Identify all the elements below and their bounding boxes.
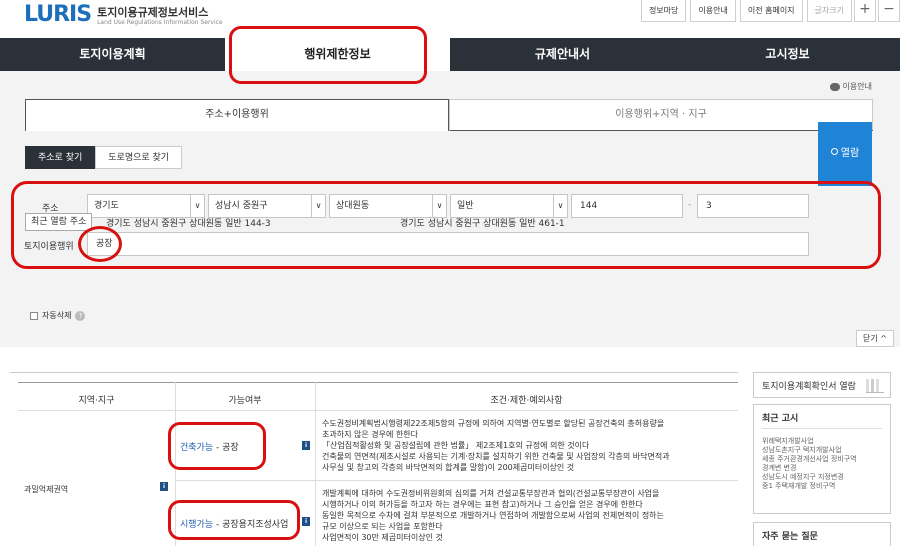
tab-address-activity[interactable]: 주소+이용행위 — [25, 99, 449, 131]
site-logo[interactable]: LURIS 토지이용규제정보서비스 Land Use Regulations I… — [24, 2, 223, 28]
land-type-select[interactable]: 일반 ∨ — [450, 194, 568, 218]
recent-address-button[interactable]: 최근 열람 주소 — [25, 213, 93, 231]
header-possibility: 가능여부 — [228, 396, 262, 406]
close-panel-button[interactable]: 닫기 ^ — [856, 330, 894, 347]
chevron-down-icon: ∨ — [553, 195, 567, 217]
info-icon[interactable]: i — [160, 482, 168, 491]
tab-find-by-road-name[interactable]: 도로명으로 찾기 — [95, 146, 183, 169]
tab-land-use-plan[interactable]: 토지이용계획 — [0, 38, 225, 71]
building-icon — [866, 379, 884, 393]
land-use-certificate-link[interactable]: 토지이용계획확인서 열람 — [753, 372, 891, 398]
top-utility-links: 정보마당 이용안내 이전 홈페이지 글자크기 + − — [637, 0, 900, 22]
auto-delete-option[interactable]: 자동삭제 ? — [30, 310, 86, 321]
faq-title: 자주 묻는 질문 — [762, 532, 818, 542]
recent-address-1[interactable]: 경기도 성남시 중원구 상대원동 일반 144-3 — [106, 216, 271, 229]
sub-lot-number-input[interactable]: 3 — [697, 194, 809, 218]
chevron-down-icon: ∨ — [432, 195, 446, 217]
question-icon[interactable]: ? — [75, 310, 86, 321]
tab-activity-zone[interactable]: 이용행위+지역 · 지구 — [449, 99, 873, 131]
tab-find-by-address[interactable]: 주소로 찾기 — [25, 146, 96, 169]
faq-panel[interactable]: 자주 묻는 질문 — [753, 522, 891, 546]
condition-text: 수도권정비계획법시행령제22조제5항의 규정에 의하여 지역별·연도별로 할당된… — [322, 419, 670, 472]
info-yard-link[interactable]: 정보마당 — [640, 0, 687, 22]
auto-delete-checkbox[interactable] — [30, 311, 38, 320]
tab-regulation-guide[interactable]: 규제안내서 — [450, 38, 675, 71]
usage-help-link[interactable]: 이용안내 — [829, 81, 872, 92]
font-decrease-button[interactable]: − — [878, 0, 900, 22]
info-icon[interactable]: i — [302, 441, 310, 450]
old-homepage-link[interactable]: 이전 홈페이지 — [739, 0, 803, 22]
font-size-label: 글자크기 — [806, 0, 852, 22]
lot-number-dash: - — [688, 200, 692, 210]
notice-item[interactable]: 중1 주택재개발 정비구역 — [762, 482, 882, 491]
table-row[interactable]: 시행가능 - 공장용지조성사업 — [180, 517, 288, 530]
address-type-tabs: 주소로 찾기 도로명으로 찾기 — [25, 146, 183, 169]
tab-activity-restriction[interactable]: 행위제한정보 — [225, 38, 450, 71]
activity-label: 토지이용행위 — [24, 242, 74, 252]
header-conditions: 조건·제한·예외사항 — [490, 396, 563, 406]
usage-guide-link[interactable]: 이용안내 — [690, 0, 736, 22]
recent-notices-panel: 최근 고시 위례택지개발사업 성남도촌지구 택지개발사업 세종 주거환경개선사업… — [753, 404, 891, 514]
logo-title: 토지이용규제정보서비스 — [97, 6, 209, 19]
main-navigation: 토지이용계획 행위제한정보 규제안내서 고시정보 — [0, 38, 900, 71]
font-increase-button[interactable]: + — [854, 0, 876, 22]
notice-item[interactable]: 성남도시 예정지구 지정변경 — [762, 473, 882, 482]
notice-item[interactable]: 세종 주거환경개선사업 정비구역 — [762, 455, 882, 464]
zone-name: 과밀억제권역 — [24, 485, 69, 494]
notice-item[interactable]: 위례택지개발사업 — [762, 437, 882, 446]
notice-item[interactable]: 성남도촌지구 택지개발사업 — [762, 446, 882, 455]
province-select[interactable]: 경기도 ∨ — [87, 194, 205, 218]
chevron-down-icon: ∨ — [311, 195, 325, 217]
recent-notices-title: 최근 고시 — [762, 414, 799, 424]
logo-subtitle: Land Use Regulations Information Service — [97, 19, 223, 26]
info-icon[interactable]: i — [302, 517, 310, 526]
dong-select[interactable]: 상대원동 ∨ — [329, 194, 447, 218]
search-icon — [830, 148, 838, 155]
recent-address-2[interactable]: 경기도 성남시 중원구 상대원동 일반 461-1 — [400, 216, 565, 229]
tab-notice-info[interactable]: 고시정보 — [675, 38, 900, 71]
activity-input[interactable]: 공장 — [87, 232, 809, 256]
city-select[interactable]: 성남시 중원구 ∨ — [208, 194, 326, 218]
search-mode-tabs: 주소+이용행위 이용행위+지역 · 지구 — [25, 99, 873, 131]
header-zone: 지역·지구 — [78, 396, 115, 406]
chevron-down-icon: ∨ — [190, 195, 204, 217]
search-button[interactable]: 열람 — [818, 122, 872, 186]
notice-item[interactable]: 경계변 변경 — [762, 464, 882, 473]
main-lot-number-input[interactable]: 144 — [571, 194, 683, 218]
logo-mark: LURIS — [24, 2, 92, 27]
speech-bubble-icon — [829, 82, 840, 91]
site-header: LURIS 토지이용규제정보서비스 Land Use Regulations I… — [0, 0, 900, 38]
table-row[interactable]: 건축가능 - 공장 — [180, 440, 239, 453]
condition-text: 개발계획에 대하여 수도권정비위원회의 심의를 거쳐 건설교통부장관과 협의(건… — [322, 489, 664, 542]
